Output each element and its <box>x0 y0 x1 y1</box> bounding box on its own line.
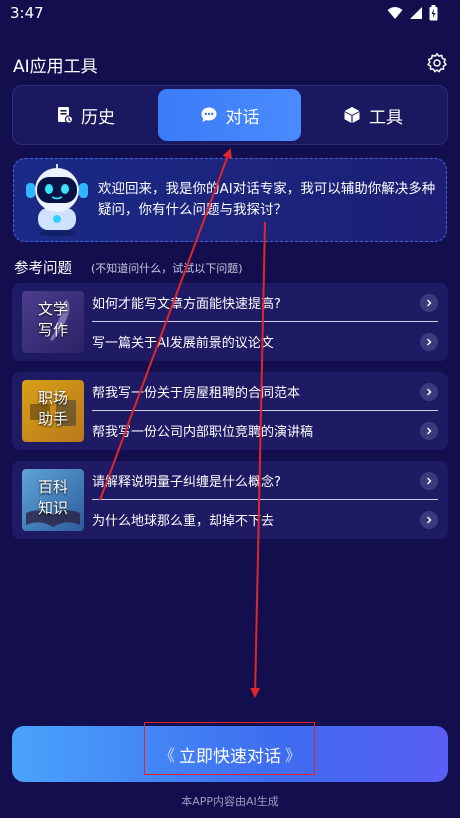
battery-icon <box>429 5 438 21</box>
section-hint: (不知道问什么，试试以下问题) <box>91 262 243 275</box>
question-row[interactable]: 写一篇关于AI发展前景的议论文 <box>92 322 438 360</box>
chevron-right-icon <box>420 333 438 351</box>
question-text: 请解释说明量子纠缠是什么概念? <box>92 475 281 490</box>
welcome-card: 欢迎回来，我是你的AI对话专家，我可以辅助你解决多种疑问，你有什么问题与我探讨？ <box>13 158 447 242</box>
chevron-right-icon <box>420 472 438 490</box>
gear-icon[interactable] <box>426 52 448 74</box>
section-title: 参考问题 <box>14 261 72 277</box>
tab-history-label: 历史 <box>81 107 115 128</box>
category-card-career: 职场 助手 帮我写一份关于房屋租聘的合同范本 帮我写一份公司内部职位竞聘的演讲稿 <box>12 372 448 450</box>
system-icons <box>387 4 438 22</box>
category-thumbnail-knowledge: 百科 知识 <box>22 469 84 531</box>
tab-tools-label: 工具 <box>369 107 403 128</box>
category-label-writing: 文学 写作 <box>37 300 68 339</box>
chevron-right-icon <box>420 422 438 440</box>
question-text: 如何才能写文章方面能快速提高? <box>92 297 281 312</box>
status-bar: 3:47 <box>0 0 460 26</box>
question-row[interactable]: 为什么地球那么重，却掉不下去 <box>92 500 438 538</box>
history-doc-icon <box>58 107 73 124</box>
status-time: 3:47 <box>10 4 44 22</box>
question-row[interactable]: 请解释说明量子纠缠是什么概念? <box>92 461 438 500</box>
question-row[interactable]: 如何才能写文章方面能快速提高? <box>92 283 438 322</box>
question-text: 为什么地球那么重，却掉不下去 <box>92 514 275 529</box>
category-thumbnail-career: 职场 助手 <box>22 380 84 442</box>
category-label-career: 职场 助手 <box>37 389 68 428</box>
robot-avatar-icon <box>26 164 88 237</box>
category-label-knowledge: 百科 知识 <box>37 478 68 517</box>
question-row[interactable]: 帮我写一份公司内部职位竞聘的演讲稿 <box>92 411 438 449</box>
chevron-right-icon <box>420 383 438 401</box>
annotation-highlight-box <box>144 722 315 775</box>
tab-tools[interactable]: 工具 <box>303 89 443 141</box>
footer-disclaimer: 本APP内容由AI生成 <box>181 795 279 808</box>
category-card-writing: 文学 写作 如何才能写文章方面能快速提高? 写一篇关于AI发展前景的议论文 <box>12 283 448 361</box>
question-text: 写一篇关于AI发展前景的议论文 <box>92 336 274 351</box>
category-thumbnail-writing: 文学 写作 <box>22 291 84 353</box>
welcome-text: 欢迎回来，我是你的AI对话专家，我可以辅助你解决多种疑问，你有什么问题与我探讨？ <box>98 181 436 218</box>
question-row[interactable]: 帮我写一份关于房屋租聘的合同范本 <box>92 372 438 411</box>
signal-icon <box>410 7 422 19</box>
category-card-knowledge: 百科 知识 请解释说明量子纠缠是什么概念? 为什么地球那么重，却掉不下去 <box>12 461 448 539</box>
tab-bar: 历史 对话 工具 <box>12 85 448 145</box>
question-text: 帮我写一份公司内部职位竞聘的演讲稿 <box>92 425 314 440</box>
chevron-right-icon <box>420 294 438 312</box>
tab-chat[interactable]: 对话 <box>158 89 301 141</box>
wifi-icon <box>387 7 403 19</box>
chevron-right-icon <box>420 511 438 529</box>
tab-chat-label: 对话 <box>225 107 260 128</box>
page-title: AI应用工具 <box>13 57 98 77</box>
question-text: 帮我写一份关于房屋租聘的合同范本 <box>92 386 301 401</box>
cube-icon <box>344 107 360 123</box>
chat-bubble-icon <box>201 107 216 122</box>
tab-history[interactable]: 历史 <box>16 89 156 141</box>
